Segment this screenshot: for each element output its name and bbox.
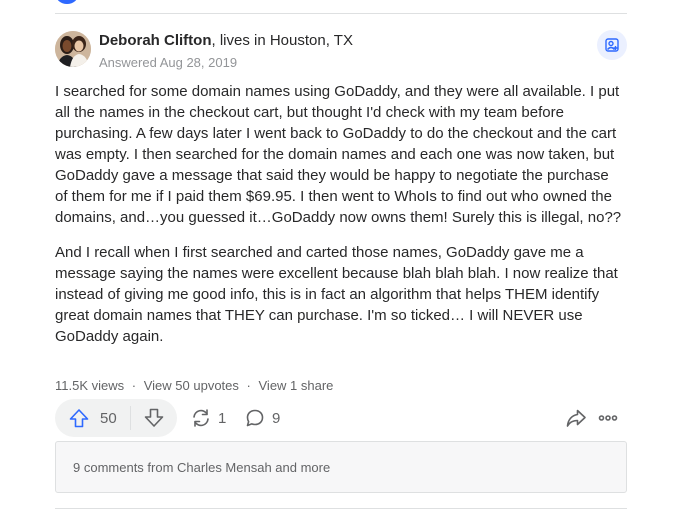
author-name[interactable]: Deborah Clifton bbox=[99, 32, 212, 49]
comment-count: 9 bbox=[272, 409, 281, 427]
more-dots-icon bbox=[597, 407, 619, 429]
downvote-arrow-icon bbox=[143, 407, 165, 429]
comments-summary: 9 comments from Charles Mensah and more bbox=[73, 460, 331, 475]
views-count: 11.5K views bbox=[55, 378, 125, 393]
upvote-button[interactable]: 50 bbox=[55, 399, 130, 437]
add-person-icon bbox=[604, 37, 620, 53]
vote-pill: 50 bbox=[55, 399, 177, 437]
view-shares-link[interactable]: View 1 share bbox=[259, 378, 334, 393]
avatar[interactable] bbox=[55, 31, 91, 67]
downvote-button[interactable] bbox=[131, 399, 177, 437]
comments-preview[interactable]: 9 comments from Charles Mensah and more bbox=[55, 441, 627, 493]
answer-body: I searched for some domain names using G… bbox=[55, 81, 625, 361]
answer-date[interactable]: Answered Aug 28, 2019 bbox=[99, 55, 237, 71]
divider bbox=[55, 508, 627, 509]
comment-bubble-icon bbox=[244, 407, 266, 429]
share-button[interactable] bbox=[565, 407, 587, 429]
reshare-icon bbox=[190, 407, 212, 429]
answer-paragraph: And I recall when I first searched and c… bbox=[55, 244, 618, 345]
follow-button[interactable] bbox=[597, 30, 627, 60]
upvote-arrow-icon bbox=[68, 407, 90, 429]
answer-header: Deborah Clifton, lives in Houston, TX An… bbox=[55, 30, 627, 74]
upvote-count: 50 bbox=[100, 409, 117, 427]
stats-separator: · bbox=[131, 378, 137, 393]
answer-paragraph: I searched for some domain names using G… bbox=[55, 83, 622, 226]
action-bar: 50 1 9 bbox=[55, 399, 627, 437]
stats-separator: · bbox=[246, 378, 251, 393]
previous-item-avatar bbox=[56, 0, 78, 4]
answer-stats: 11.5K views · View 50 upvotes · View 1 s… bbox=[55, 378, 333, 394]
divider bbox=[55, 13, 627, 14]
more-options-button[interactable] bbox=[597, 407, 619, 429]
share-count: 1 bbox=[218, 409, 227, 427]
author-line: Deborah Clifton, lives in Houston, TX bbox=[99, 32, 353, 50]
author-credential: , lives in Houston, TX bbox=[211, 32, 353, 49]
forward-share-icon bbox=[565, 407, 587, 429]
comment-button[interactable]: 9 bbox=[244, 399, 280, 437]
reshare-button[interactable]: 1 bbox=[190, 399, 226, 437]
view-upvotes-link[interactable]: View 50 upvotes bbox=[144, 378, 239, 393]
